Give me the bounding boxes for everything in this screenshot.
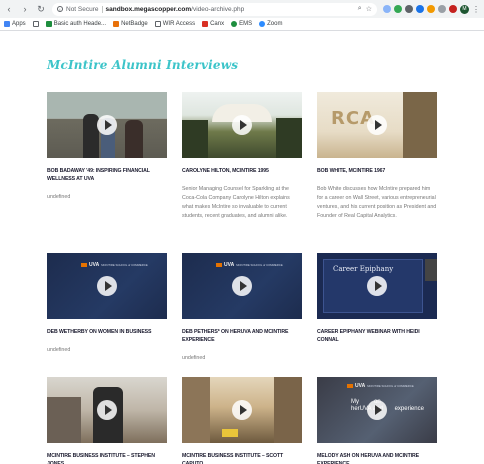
omnibox-actions: ⌕ ☆	[358, 5, 372, 13]
extension-icon[interactable]	[383, 5, 391, 13]
url-text[interactable]: sandbox.megascopper.com/video-archive.ph…	[106, 6, 245, 13]
video-title[interactable]: Bob White, McIntire 1967	[317, 167, 437, 175]
security-status: Not Secure	[66, 5, 99, 13]
play-icon[interactable]	[232, 400, 252, 420]
video-thumbnail[interactable]: UVAMCINTIRE SCHOOL of COMMERCE My onherU…	[317, 377, 437, 443]
video-title[interactable]: Deb Pethers* on Heruva and McIntire Expe…	[182, 328, 302, 344]
page-title: McIntire Alumni Interviews	[47, 58, 239, 72]
address-bar[interactable]: i Not Secure sandbox.megascopper.com/vid…	[52, 2, 377, 16]
video-title[interactable]: Melody Ash on heruva and McIntire Experi…	[317, 452, 437, 464]
play-icon[interactable]	[232, 276, 252, 296]
bookmark-canx[interactable]: Canx	[202, 21, 224, 27]
video-thumbnail[interactable]: UVA MCINTIRE SCHOOL of COMMERCE	[182, 253, 302, 319]
star-icon[interactable]: ☆	[366, 5, 372, 13]
zoom-icon	[259, 21, 266, 27]
forward-button[interactable]: ›	[20, 0, 30, 18]
video-thumbnail[interactable]	[182, 377, 302, 443]
bookmarks-bar: Apps Basic auth Heade... NetBadge WIR Ac…	[0, 18, 484, 31]
bookmark-icon	[45, 21, 52, 27]
video-card[interactable]: UVA MCINTIRE SCHOOL of COMMERCE Deb Pethe…	[182, 253, 302, 363]
extension-icon[interactable]	[449, 5, 457, 13]
extension-icon[interactable]	[438, 5, 446, 13]
video-title[interactable]: Deb Wetherby on Women in Business	[47, 328, 167, 336]
bookmark-apps[interactable]: Apps	[4, 21, 26, 27]
bookmark-page[interactable]	[32, 21, 39, 27]
thumbnail-person	[125, 120, 143, 158]
bookmark-wir-access[interactable]: WIR Access	[154, 21, 195, 27]
bookmark-zoom[interactable]: Zoom	[259, 21, 282, 27]
thumbnail-building	[182, 377, 210, 443]
extension-icon[interactable]	[394, 5, 402, 13]
browser-toolbar: ‹ › ↻ i Not Secure sandbox.megascopper.c…	[0, 0, 484, 18]
profile-avatar[interactable]: M	[460, 4, 469, 14]
video-title[interactable]: McIntire Business Institute – Scott Capu…	[182, 452, 302, 464]
video-title[interactable]: Bob Badaway '49: Inspiring Financial Wel…	[47, 167, 167, 183]
video-card[interactable]: McIntire Business Institute – Stephen Jo…	[47, 377, 167, 464]
video-title[interactable]: Carolyne Hilton, McIntire 1995	[182, 167, 302, 175]
webcam-thumb	[425, 259, 437, 281]
search-icon[interactable]: ⌕	[358, 5, 362, 13]
extension-icon[interactable]	[405, 5, 413, 13]
play-icon[interactable]	[97, 276, 117, 296]
thumbnail-tree	[276, 118, 302, 158]
play-icon[interactable]	[97, 400, 117, 420]
thumbnail-taxi	[222, 429, 238, 437]
divider	[101, 5, 103, 13]
video-thumbnail[interactable]	[47, 377, 167, 443]
play-icon[interactable]	[367, 115, 387, 135]
video-card[interactable]: McIntire Business Institute – Scott Capu…	[182, 377, 302, 464]
apps-icon	[4, 21, 10, 27]
video-title[interactable]: McIntire Business Institute – Stephen Jo…	[47, 452, 167, 464]
play-icon[interactable]	[97, 115, 117, 135]
video-description: undefined	[182, 355, 206, 361]
video-description: Bob White discusses how McIntire prepare…	[317, 186, 437, 219]
video-card[interactable]: RCA Bob White, McIntire 1967 Bob White d…	[317, 92, 437, 221]
video-thumbnail[interactable]	[182, 92, 302, 158]
extensions-bar: M ⋮	[383, 4, 480, 14]
thumbnail-person	[403, 92, 437, 158]
video-description: Senior Managing Counsel for Sparkling at…	[182, 186, 290, 219]
video-card[interactable]: Carolyne Hilton, McIntire 1995 Senior Ma…	[182, 92, 302, 221]
webinar-slide-title: Career Epiphany	[333, 265, 394, 273]
video-thumbnail[interactable]: UVA MCINTIRE SCHOOL of COMMERCE	[47, 253, 167, 319]
video-description: undefined	[47, 347, 71, 353]
play-icon[interactable]	[367, 400, 387, 420]
bookmark-netbadge[interactable]: NetBadge	[113, 21, 148, 27]
thumbnail-building	[274, 377, 302, 443]
extension-icon[interactable]	[427, 5, 435, 13]
reload-button[interactable]: ↻	[36, 0, 46, 18]
bookmark-icon	[202, 21, 209, 27]
thumbnail-tree	[182, 120, 208, 158]
back-button[interactable]: ‹	[4, 0, 14, 18]
page-icon	[32, 21, 39, 27]
thumbnail-caption: My onherUVA and experience	[351, 399, 424, 412]
menu-icon[interactable]: ⋮	[472, 5, 480, 14]
video-card[interactable]: Bob Badaway '49: Inspiring Financial Wel…	[47, 92, 167, 202]
bookmark-icon	[113, 21, 120, 27]
video-title[interactable]: Career Epiphany Webinar with Heidi Conna…	[317, 328, 437, 344]
page-icon	[154, 21, 161, 27]
video-description: undefined	[47, 194, 71, 200]
uva-logo: UVA MCINTIRE SCHOOL of COMMERCE	[81, 262, 148, 268]
bookmark-icon	[231, 21, 238, 27]
info-icon[interactable]: i	[57, 6, 63, 12]
uva-logo: UVA MCINTIRE SCHOOL of COMMERCE	[216, 262, 283, 268]
thumbnail-person	[83, 114, 99, 158]
video-thumbnail[interactable]: RCA	[317, 92, 437, 158]
bookmark-basic-auth[interactable]: Basic auth Heade...	[45, 21, 106, 27]
video-card[interactable]: UVA MCINTIRE SCHOOL of COMMERCE Deb Wethe…	[47, 253, 167, 355]
video-card[interactable]: Career Epiphany Career Epiphany Webinar …	[317, 253, 437, 344]
thumbnail-chair	[47, 397, 81, 443]
uva-logo: UVA MCINTIRE SCHOOL of COMMERCE	[347, 383, 414, 389]
video-card[interactable]: UVAMCINTIRE SCHOOL of COMMERCE My onherU…	[317, 377, 437, 464]
video-thumbnail[interactable]	[47, 92, 167, 158]
video-thumbnail[interactable]: Career Epiphany	[317, 253, 437, 319]
play-icon[interactable]	[367, 276, 387, 296]
extension-icon[interactable]	[416, 5, 424, 13]
play-icon[interactable]	[232, 115, 252, 135]
bookmark-ems[interactable]: EMS	[231, 21, 252, 27]
